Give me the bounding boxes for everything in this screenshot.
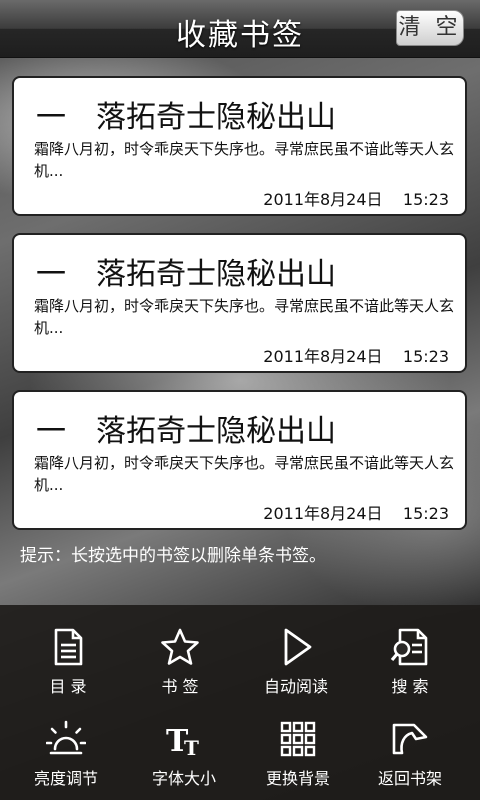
bookmark-time: 15:23 xyxy=(402,347,449,366)
return-icon xyxy=(390,719,430,759)
toolbar-item-brightness[interactable]: 亮度调节 xyxy=(6,697,126,788)
toolbar-item-background[interactable]: 更换背景 xyxy=(238,697,358,788)
toolbar-item-contents[interactable]: 目 录 xyxy=(8,605,128,696)
toolbar-item-search[interactable]: 搜 索 xyxy=(350,605,470,696)
toolbar-label: 返回书架 xyxy=(377,769,442,788)
bookmark-timestamp: 2011年8月24日 15:23 xyxy=(263,500,449,524)
svg-text:T: T xyxy=(184,736,199,759)
toolbar-label: 自动阅读 xyxy=(263,677,328,696)
toolbar-label: 更换背景 xyxy=(265,769,330,788)
bookmark-date: 2011年8月24日 xyxy=(263,190,383,209)
bookmark-timestamp: 2011年8月24日 15:23 xyxy=(263,343,449,367)
document-icon xyxy=(48,627,88,667)
toolbar-item-bookmarks[interactable]: 书 签 xyxy=(120,605,240,696)
bookmark-title: 一 落拓奇士隐秘出山 xyxy=(36,100,336,135)
bookmark-card[interactable]: 一 落拓奇士隐秘出山 霜降八月初，时令乖戾天下失序也。寻常庶民虽不谙此等天人玄机… xyxy=(12,390,467,530)
star-icon xyxy=(160,627,200,667)
toolbar-item-auto-read[interactable]: 自动阅读 xyxy=(236,605,356,696)
bookmark-title: 一 落拓奇士隐秘出山 xyxy=(36,257,336,292)
font-size-icon: T T xyxy=(164,719,204,760)
toolbar-item-font-size[interactable]: T T 字体大小 xyxy=(124,697,244,788)
toolbar-label: 目 录 xyxy=(49,677,87,696)
bookmark-date: 2011年8月24日 xyxy=(263,504,383,523)
bottom-toolbar: 目 录 书 签 自动阅读 搜 索 亮度调节 T T 字体大小 更换背景 返回书架 xyxy=(0,605,480,800)
sun-icon xyxy=(45,719,87,759)
bookmark-time: 15:23 xyxy=(402,190,449,209)
toolbar-label: 亮度调节 xyxy=(33,769,98,788)
toolbar-label: 字体大小 xyxy=(151,769,216,788)
bookmark-timestamp: 2011年8月24日 15:23 xyxy=(263,186,449,210)
bookmark-card[interactable]: 一 落拓奇士隐秘出山 霜降八月初，时令乖戾天下失序也。寻常庶民虽不谙此等天人玄机… xyxy=(12,233,467,373)
bookmark-excerpt: 霜降八月初，时令乖戾天下失序也。寻常庶民虽不谙此等天人玄机... xyxy=(34,454,455,494)
clear-button[interactable]: 清 空 xyxy=(396,10,464,46)
bookmark-time: 15:23 xyxy=(402,504,449,523)
play-icon xyxy=(276,627,316,667)
title-bar: 收藏书签 清 空 xyxy=(0,0,480,58)
toolbar-item-return-shelf[interactable]: 返回书架 xyxy=(350,697,470,788)
hint-text: 提示：长按选中的书签以删除单条书签。 xyxy=(20,546,326,566)
grid-icon xyxy=(278,719,318,759)
toolbar-label: 搜 索 xyxy=(391,677,429,696)
bookmark-excerpt: 霜降八月初，时令乖戾天下失序也。寻常庶民虽不谙此等天人玄机... xyxy=(34,297,455,337)
bookmark-date: 2011年8月24日 xyxy=(263,347,383,366)
bookmark-card[interactable]: 一 落拓奇士隐秘出山 霜降八月初，时令乖戾天下失序也。寻常庶民虽不谙此等天人玄机… xyxy=(12,76,467,216)
search-document-icon xyxy=(390,627,430,667)
toolbar-label: 书 签 xyxy=(161,677,199,696)
bookmark-excerpt: 霜降八月初，时令乖戾天下失序也。寻常庶民虽不谙此等天人玄机... xyxy=(34,140,455,180)
bookmark-title: 一 落拓奇士隐秘出山 xyxy=(36,414,336,449)
